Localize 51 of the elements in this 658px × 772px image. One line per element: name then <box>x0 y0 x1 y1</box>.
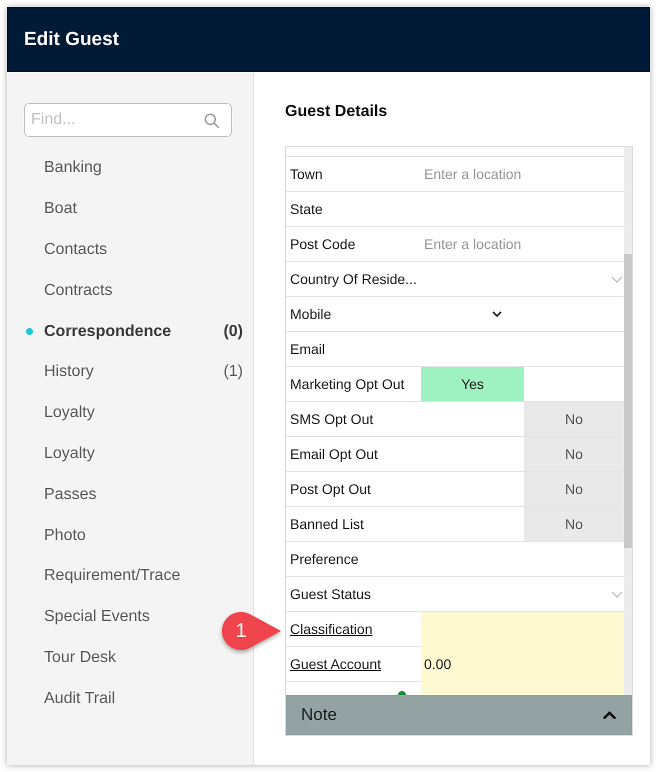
field-label: Town <box>290 164 323 184</box>
sidebar-item[interactable]: Photo <box>23 515 90 556</box>
field-link[interactable]: Classification <box>290 618 372 640</box>
sidebar-item[interactable]: Special Events <box>23 596 154 638</box>
sidebar-item[interactable]: Tour Desk <box>23 638 120 678</box>
sidebar-item[interactable]: Loyalty <box>23 392 99 434</box>
field-label: Marketing Opt Out <box>290 374 404 394</box>
lookup-field[interactable]: 0.00 <box>421 647 624 682</box>
field-label: Banned List <box>290 514 364 534</box>
note-panel-header[interactable]: Note <box>286 695 632 735</box>
scrollbar[interactable] <box>624 147 632 695</box>
yes-no-toggle[interactable]: No <box>421 437 624 471</box>
chevron-down-icon <box>492 311 502 317</box>
field-label: Preference <box>290 550 358 568</box>
sidebar-item[interactable]: Audit Trail <box>23 678 120 720</box>
sidebar-item[interactable]: Boat <box>23 188 81 230</box>
sidebar-item[interactable]: Passes <box>23 474 100 516</box>
sidebar-item[interactable]: Correspondence (0) <box>23 311 243 352</box>
field-label: Guest Status <box>290 584 371 604</box>
field-label: Post Code <box>290 234 356 254</box>
sidebar-item[interactable]: Requirement/Trace <box>23 556 184 597</box>
field-label: SMS Opt Out <box>290 410 374 429</box>
active-dot-icon <box>26 328 33 336</box>
sidebar-item[interactable]: Contracts <box>23 270 116 312</box>
field-link[interactable]: Guest Account <box>290 654 382 674</box>
field-label: Mobile <box>290 304 332 324</box>
chevron-down-icon <box>611 590 623 598</box>
caret-up-icon <box>603 711 616 719</box>
lookup-field[interactable] <box>421 682 624 695</box>
field-label: Email Opt Out <box>290 444 378 464</box>
sidebar-item[interactable]: Banking <box>23 148 106 189</box>
section-title: Guest Details <box>285 102 388 122</box>
sidebar-item[interactable]: History (1) <box>23 352 243 393</box>
field-label: Email <box>290 340 326 358</box>
window-title: Edit Guest <box>24 28 120 52</box>
sidebar-item[interactable]: Loyalty <box>23 434 99 474</box>
item-count: (1) <box>223 362 243 382</box>
field-label: Country Of Reside... <box>290 270 417 289</box>
location-field[interactable]: Enter a location <box>421 227 624 261</box>
item-count: (0) <box>223 322 243 342</box>
location-field[interactable]: Enter a location <box>421 157 624 191</box>
callout-marker: 1 <box>219 611 281 651</box>
scrollbar-thumb[interactable] <box>624 254 632 548</box>
yes-no-toggle[interactable]: No <box>421 507 624 541</box>
lookup-field[interactable] <box>421 612 624 647</box>
field-label: State <box>290 200 323 218</box>
sidebar-item[interactable]: Contacts <box>23 230 112 270</box>
chevron-down-icon <box>611 276 623 282</box>
yes-no-toggle[interactable]: No <box>421 472 624 506</box>
field-label: Post Opt Out <box>290 480 371 499</box>
yes-no-toggle[interactable]: No <box>421 402 624 436</box>
